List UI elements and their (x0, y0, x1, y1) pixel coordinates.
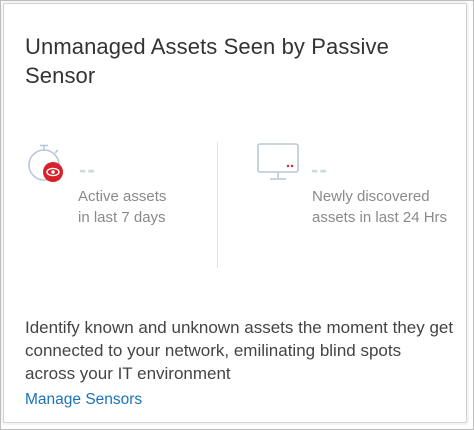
manage-sensors-link[interactable]: Manage Sensors (25, 390, 142, 410)
card-title: Unmanaged Assets Seen by Passive Sensor (25, 34, 389, 88)
card-description: Identify known and unknown assets the mo… (25, 318, 454, 383)
active-assets-label: Active assets in last 7 days (78, 188, 167, 226)
monitor-icon (257, 142, 303, 193)
new-assets-label: Newly discovered assets in last 24 Hrs (312, 188, 448, 226)
stopwatch-eye-icon (25, 142, 71, 193)
active-assets-value: -- (79, 157, 96, 182)
metrics-divider (217, 142, 218, 268)
new-assets-value: -- (311, 157, 328, 182)
unmanaged-assets-card: Unmanaged Assets Seen by Passive Sensor … (3, 3, 467, 423)
